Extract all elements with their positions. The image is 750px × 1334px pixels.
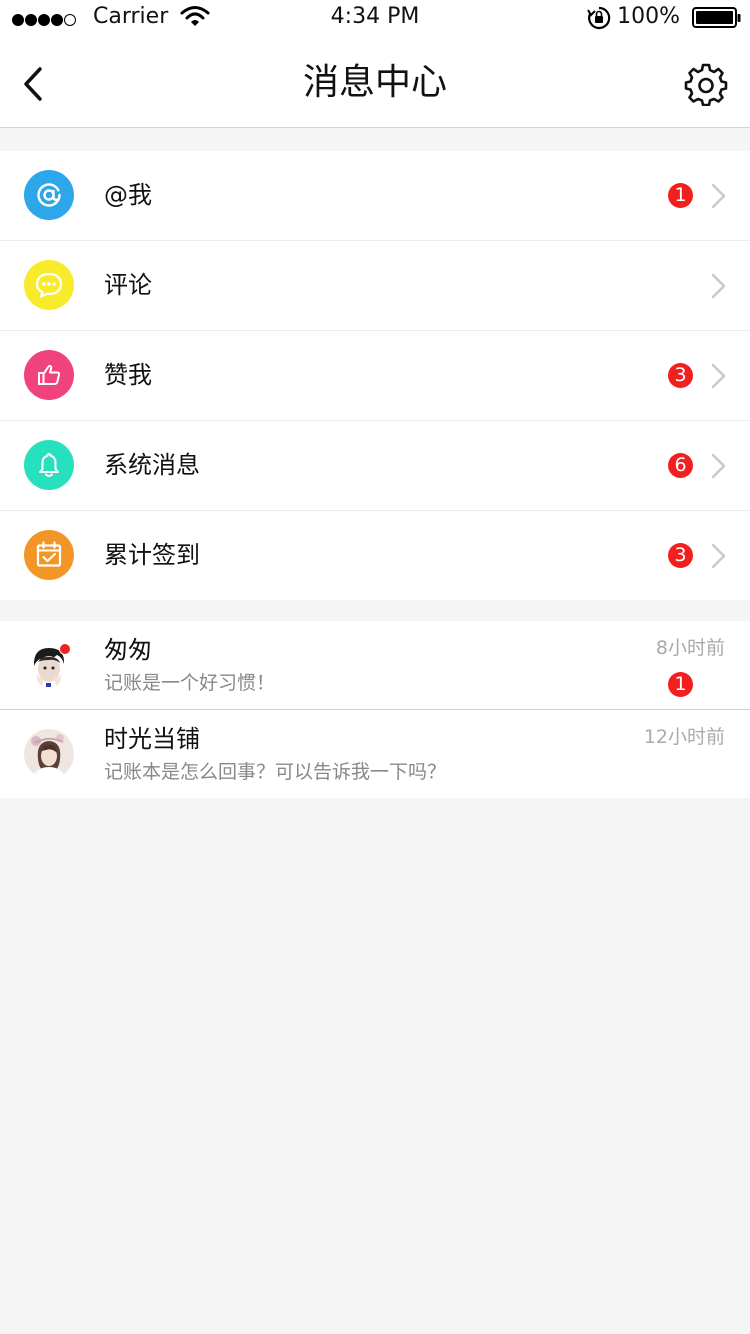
menu-icon-likes: [24, 350, 74, 400]
chevron-right-icon: [711, 183, 726, 209]
conversation-item[interactable]: 时光当铺 记账本是怎么回事？可以告诉我一下吗？ 12小时前: [0, 709, 750, 798]
menu-item-checkin[interactable]: 累计签到 3: [0, 511, 750, 600]
menu-label: 赞我: [104, 361, 152, 389]
chevron-right-icon: [711, 273, 726, 299]
menu-item-comments[interactable]: 评论: [0, 241, 750, 331]
conversation-name: 匆匆: [104, 636, 152, 664]
menu-label: 评论: [104, 271, 152, 299]
bell-icon: [39, 453, 59, 477]
avatar: [24, 729, 74, 779]
settings-button[interactable]: [684, 62, 728, 106]
gear-icon: [684, 63, 728, 106]
chevron-right-icon: [711, 543, 726, 569]
menu-label: @我: [104, 181, 152, 209]
calendar-check-icon: [36, 541, 62, 567]
unread-badge: 6: [668, 453, 693, 478]
conversation-time: 8小时前: [655, 637, 725, 659]
unread-badge: 1: [668, 183, 693, 208]
menu-item-system-messages[interactable]: 系统消息 6: [0, 421, 750, 511]
battery-icon: [692, 7, 741, 28]
menu-icon-comments: [24, 260, 74, 310]
message-category-list: @我 1 评论 赞我 3 系统消息 6 累计签到 3: [0, 151, 750, 600]
menu-item-mentions[interactable]: @我 1: [0, 151, 750, 241]
unread-badge: 3: [668, 543, 693, 568]
at-icon: [37, 183, 61, 207]
unread-badge: 3: [668, 363, 693, 388]
rotation-lock-icon: [587, 6, 611, 30]
menu-icon-mentions: [24, 170, 74, 220]
online-status-dot: [59, 643, 71, 655]
thumbs-up-icon: [38, 364, 61, 385]
navigation-bar: 消息中心: [0, 40, 750, 128]
conversation-preview: 记账本是怎么回事？可以告诉我一下吗？: [104, 761, 447, 783]
conversation-name: 时光当铺: [104, 725, 200, 753]
page-title: 消息中心: [302, 62, 447, 103]
conversation-preview: 记账是一个好习惯！: [104, 672, 276, 694]
comment-bubble-icon: [35, 272, 63, 298]
conversation-item[interactable]: 匆匆 记账是一个好习惯！ 8小时前 1: [0, 621, 750, 709]
unread-badge: 1: [668, 672, 693, 697]
chevron-right-icon: [711, 453, 726, 479]
conversation-list: 匆匆 记账是一个好习惯！ 8小时前 1 时光当铺 记账本是怎么回事？可以告诉我一…: [0, 621, 750, 798]
menu-label: 累计签到: [104, 541, 200, 569]
menu-icon-system-messages: [24, 440, 74, 490]
status-bar: Carrier 4:34 PM 100%: [0, 0, 750, 40]
chevron-right-icon: [711, 363, 726, 389]
menu-icon-checkin: [24, 530, 74, 580]
conversation-time: 12小时前: [643, 726, 725, 748]
menu-item-likes[interactable]: 赞我 3: [0, 331, 750, 421]
menu-label: 系统消息: [104, 451, 200, 479]
battery-percentage: 100%: [617, 4, 680, 29]
